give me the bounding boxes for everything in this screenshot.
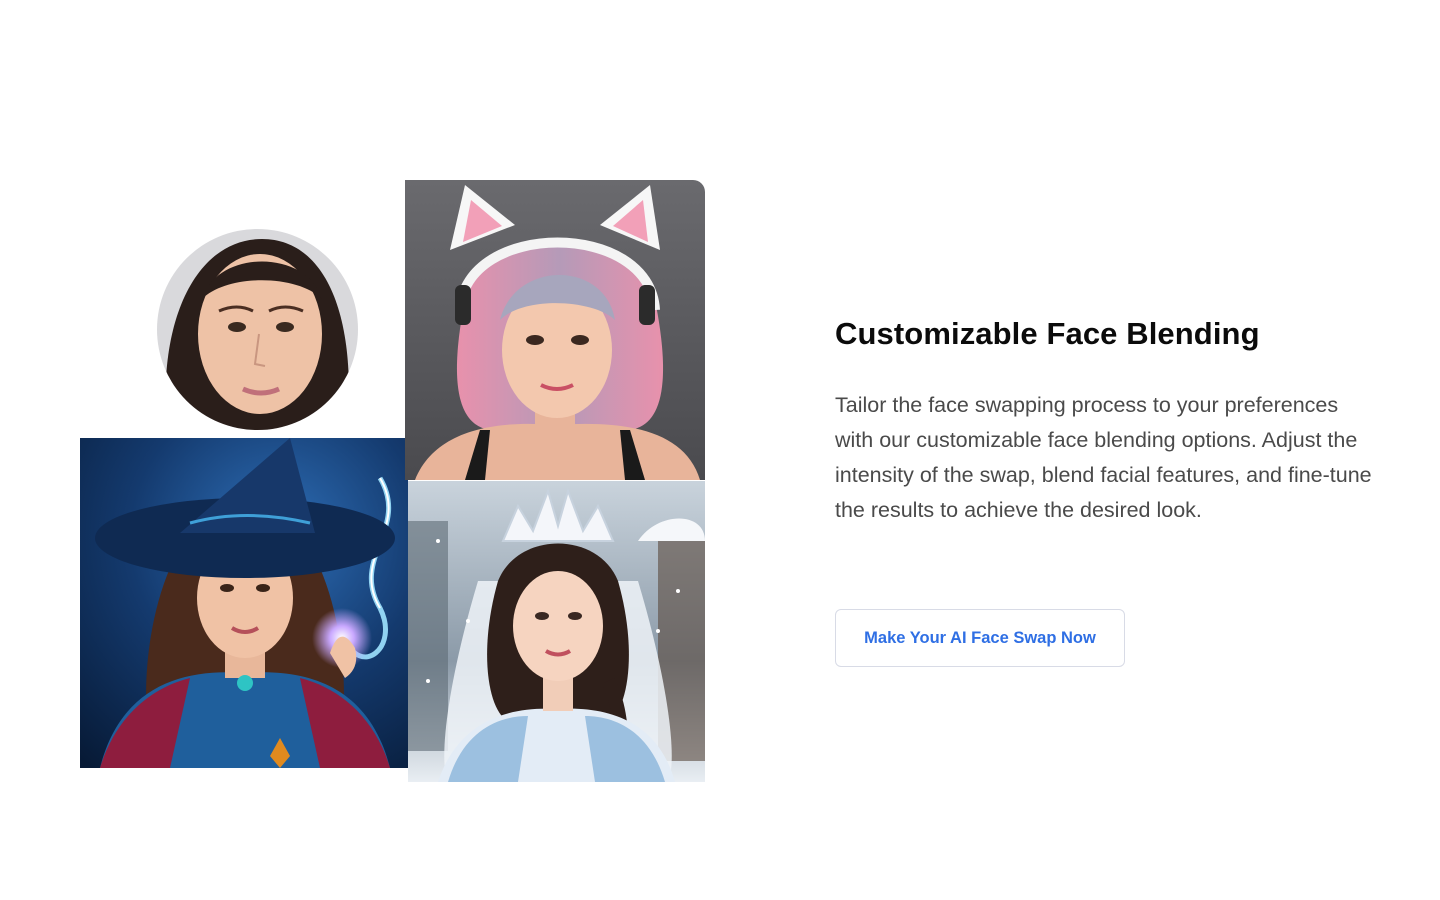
make-face-swap-button[interactable]: Make Your AI Face Swap Now [835, 609, 1125, 667]
witch-portrait-image [80, 438, 408, 768]
feature-title: Customizable Face Blending [835, 316, 1260, 351]
page: Customizable Face Blending Tailor the fa… [0, 0, 1440, 900]
source-face-image [157, 229, 358, 430]
feature-description: Tailor the face swapping process to your… [835, 393, 1372, 522]
cat-ear-portrait-image [405, 180, 705, 480]
feature-text-block: Customizable Face Blending Tailor the fa… [835, 314, 1375, 528]
snow-princess-portrait-image [408, 481, 705, 782]
face-swap-collage [80, 180, 705, 782]
make-face-swap-button-label: Make Your AI Face Swap Now [864, 628, 1096, 647]
